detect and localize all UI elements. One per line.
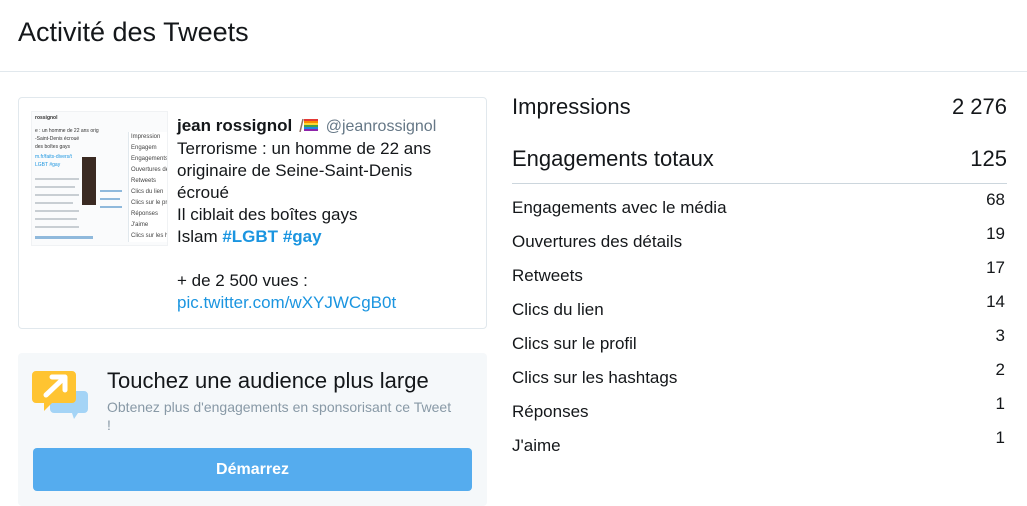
thumb-photo: [82, 157, 96, 205]
stat-value: 17: [986, 258, 1005, 277]
tweet-text-line: Il ciblait des boîtes gays: [177, 205, 358, 224]
thumb-panel-item: Engagem: [131, 145, 157, 151]
stats-divider: [512, 183, 1007, 184]
thumb-panel-item: Clics sur les h: [131, 233, 168, 239]
engagements-row: Engagements totaux 125: [512, 146, 1007, 172]
thumb-line: [35, 186, 75, 188]
thumb-line: [100, 198, 120, 200]
tweet-body: jean rossignol @jeanrossignol Terrorisme…: [177, 115, 477, 314]
stat-value: 3: [995, 326, 1005, 345]
stat-value: 2: [995, 360, 1005, 379]
thumb-panel-item: Engagements: [131, 156, 168, 162]
stat-row: Clics sur les hashtags 2: [512, 360, 1007, 388]
thumb-line: [35, 194, 79, 196]
thumb-line: [35, 210, 79, 212]
promote-chat-arrow-icon: [32, 371, 88, 419]
tweet-text-line: Terrorisme : un homme de 22 ans: [177, 139, 432, 158]
stat-row: Retweets 17: [512, 258, 1007, 286]
tweet-media-link[interactable]: pic.twitter.com/wXYJWCgB0t: [177, 292, 477, 314]
author-handle[interactable]: @jeanrossignol: [326, 118, 437, 135]
promote-box: Touchez une audience plus large Obtenez …: [18, 353, 487, 506]
stat-row: Ouvertures des détails 19: [512, 224, 1007, 252]
stat-value: 19: [986, 224, 1005, 243]
stat-value: 1: [995, 428, 1005, 447]
thumb-stats-panel: Impression Engagem Engagements Ouverture…: [128, 132, 168, 242]
promote-title: Touchez une audience plus large: [107, 368, 429, 393]
thumb-snippet: des boîtes gays: [35, 144, 71, 150]
thumb-panel-item: Ouvertures des: [131, 167, 168, 173]
stat-row: Clics sur le profil 3: [512, 326, 1007, 354]
thumb-panel-item: Réponses: [131, 211, 159, 217]
stat-row: Engagements avec le média 68: [512, 190, 1007, 218]
engagements-label: Engagements totaux: [512, 146, 714, 171]
stat-label: Engagements avec le média: [512, 198, 727, 217]
thumb-snippet: m.fr/faits-divers/t: [35, 154, 72, 160]
stat-row: Réponses 1: [512, 394, 1007, 422]
thumb-line: [35, 218, 77, 220]
impressions-row: Impressions 2 276: [512, 94, 1007, 120]
thumb-line: [35, 226, 79, 228]
thumb-panel-item: Clics sur le pr: [131, 200, 168, 206]
page-header: Activité des Tweets: [0, 0, 1027, 72]
thumb-panel-item: Clics du lien: [131, 189, 164, 195]
tweet-author[interactable]: jean rossignol @jeanrossignol: [177, 115, 477, 138]
thumb-line: [100, 190, 122, 192]
stat-value: 1: [995, 394, 1005, 413]
stat-label: Clics sur le profil: [512, 334, 637, 353]
thumb-panel-item: J'aime: [131, 222, 149, 228]
stat-label: Réponses: [512, 402, 589, 421]
stat-label: Clics sur les hashtags: [512, 368, 678, 387]
engagements-value: 125: [970, 146, 1007, 171]
stat-label: J'aime: [512, 436, 561, 455]
thumb-snippet: LGBT #gay: [35, 162, 61, 168]
tweet-text-line: écroué: [177, 183, 229, 202]
tweet-card[interactable]: rossignol e : un homme de 22 ans orig -S…: [18, 97, 487, 329]
hashtag-link[interactable]: #LGBT: [222, 227, 278, 246]
stat-value: 14: [986, 292, 1005, 311]
tweet-text: Islam: [177, 227, 223, 246]
thumb-line: [100, 206, 122, 208]
promote-description: Obtenez plus d'engagements en sponsorisa…: [107, 399, 452, 433]
thumb-line: [35, 236, 93, 239]
hashtag-link[interactable]: #gay: [283, 227, 322, 246]
rainbow-flag-icon: [299, 118, 318, 132]
tweet-text-line: originaire de Seine-Saint-Denis: [177, 161, 413, 180]
page-title: Activité des Tweets: [18, 17, 249, 47]
thumb-panel-item: Retweets: [131, 178, 157, 184]
stat-value: 68: [986, 190, 1005, 209]
thumb-line: [35, 178, 79, 180]
stat-label: Ouvertures des détails: [512, 232, 683, 251]
start-promotion-button[interactable]: Démarrez: [33, 448, 472, 491]
tweet-text-line: + de 2 500 vues :: [177, 271, 308, 290]
tweet-media-thumbnail[interactable]: rossignol e : un homme de 22 ans orig -S…: [31, 111, 168, 246]
stat-row: J'aime 1: [512, 428, 1007, 456]
thumb-snippet: -Saint-Denis écroué: [35, 136, 80, 142]
thumb-panel-item: Impression: [131, 134, 161, 140]
stat-label: Clics du lien: [512, 300, 604, 319]
tweet-text-line: Islam #LGBT #gay: [177, 226, 477, 248]
thumb-line: [35, 202, 73, 204]
thumb-snippet: e : un homme de 22 ans orig: [35, 128, 99, 134]
thumb-snippet: rossignol: [35, 115, 58, 121]
impressions-value: 2 276: [951, 94, 1007, 119]
stat-label: Retweets: [512, 266, 583, 285]
stat-row: Clics du lien 14: [512, 292, 1007, 320]
impressions-label: Impressions: [512, 94, 631, 119]
author-name[interactable]: jean rossignol: [177, 116, 292, 135]
